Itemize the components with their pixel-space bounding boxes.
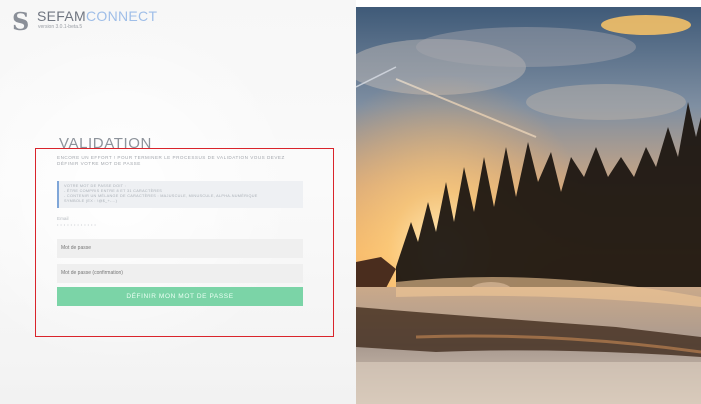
- sefam-logo-icon: S: [12, 7, 30, 36]
- password-rules-box: VOTRE MOT DE PASSE DOIT : - ÊTRE COMPRIS…: [57, 181, 303, 208]
- sunset-lake-illustration: [356, 7, 701, 404]
- brand-name-part2: CONNECT: [85, 8, 158, 24]
- intro-text: ENCORE UN EFFORT ! POUR TERMINER LE PROC…: [57, 155, 285, 166]
- brand-logo: SEFAMCONNECT: [37, 9, 157, 23]
- define-password-button[interactable]: DÉFINIR MON MOT DE PASSE: [57, 287, 303, 306]
- email-field: Email ••••••••••••: [57, 216, 157, 232]
- rule-line: SYMBOLE (EX : !@$_+-...): [64, 199, 118, 203]
- landscape-image: [356, 7, 701, 404]
- email-value: ••••••••••••: [57, 222, 98, 227]
- version-label: version 3.0.1-beta.5: [38, 24, 83, 30]
- password-input[interactable]: [57, 239, 303, 258]
- login-panel: S SEFAMCONNECT version 3.0.1-beta.5 VALI…: [0, 0, 356, 404]
- password-confirm-input[interactable]: [57, 264, 303, 283]
- brand-name-part1: SEFAM: [37, 8, 86, 24]
